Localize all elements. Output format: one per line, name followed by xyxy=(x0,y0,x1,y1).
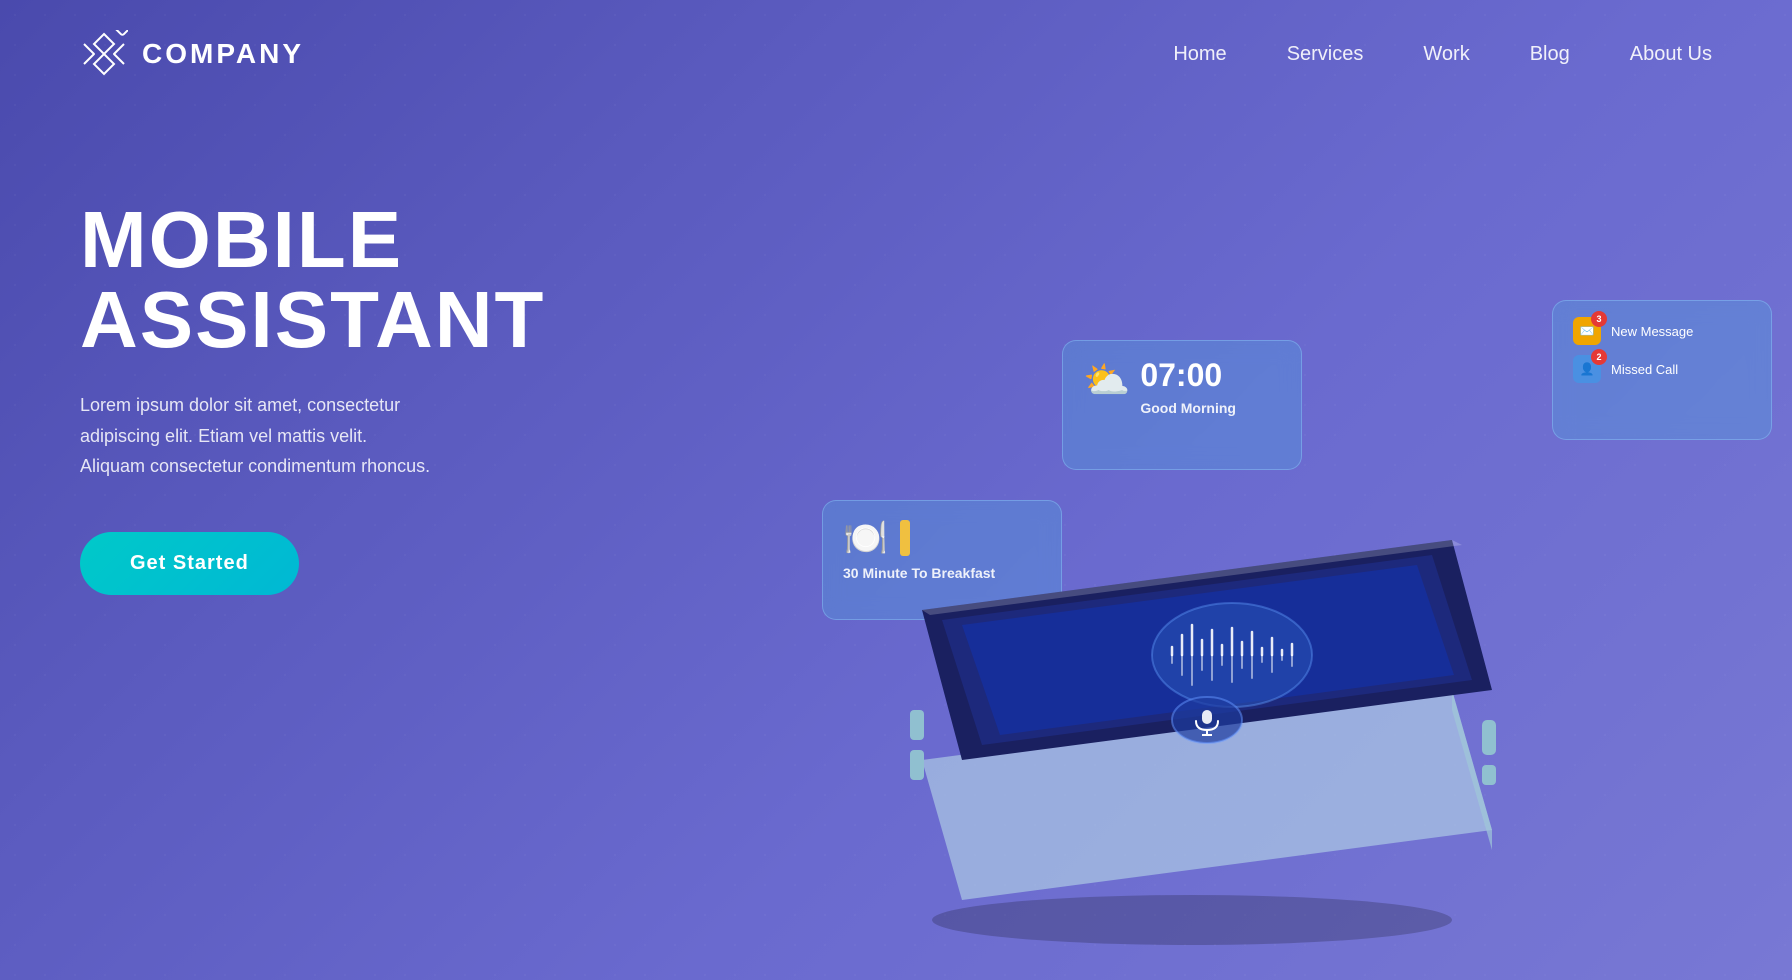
call-count: 2 xyxy=(1591,349,1607,365)
phone-svg xyxy=(842,410,1542,950)
nav-home[interactable]: Home xyxy=(1173,43,1226,66)
notif-missed-call: 👤 2 Missed Call xyxy=(1573,355,1751,383)
card-notifications: ✉️ 3 New Message 👤 2 Missed Call xyxy=(1552,300,1772,440)
mail-count: 3 xyxy=(1591,311,1607,327)
phone-illustration xyxy=(842,410,1542,960)
call-badge: 👤 2 xyxy=(1573,355,1601,383)
nav-services[interactable]: Services xyxy=(1287,43,1364,66)
logo-icon xyxy=(80,30,128,78)
logo-text: COMPANY xyxy=(142,38,304,70)
morning-time: 07:00 xyxy=(1140,357,1236,394)
get-started-button[interactable]: Get Started xyxy=(80,532,299,595)
nav-blog[interactable]: Blog xyxy=(1530,43,1570,66)
phone-area: 🍽️ 30 Minute To Breakfast ⛅ 07:00 Good M… xyxy=(742,100,1792,960)
hero-description: Lorem ipsum dolor sit amet, consectetur … xyxy=(80,390,545,482)
weather-icon: ⛅ xyxy=(1083,359,1130,403)
nav-about[interactable]: About Us xyxy=(1630,43,1712,66)
hero-title-line2: ASSISTANT xyxy=(80,275,545,364)
hero-title: MOBILE ASSISTANT xyxy=(80,200,545,360)
nav-work[interactable]: Work xyxy=(1423,43,1469,66)
mail-badge: ✉️ 3 xyxy=(1573,317,1601,345)
logo[interactable]: COMPANY xyxy=(80,30,304,78)
notif-new-message: ✉️ 3 New Message xyxy=(1573,317,1751,345)
navbar: COMPANY Home Services Work Blog About Us xyxy=(0,0,1792,108)
hero-content: MOBILE ASSISTANT Lorem ipsum dolor sit a… xyxy=(80,200,545,595)
new-message-label: New Message xyxy=(1611,324,1693,339)
nav-links: Home Services Work Blog About Us xyxy=(1173,43,1712,66)
missed-call-label: Missed Call xyxy=(1611,362,1678,377)
hero-title-line1: MOBILE xyxy=(80,195,403,284)
